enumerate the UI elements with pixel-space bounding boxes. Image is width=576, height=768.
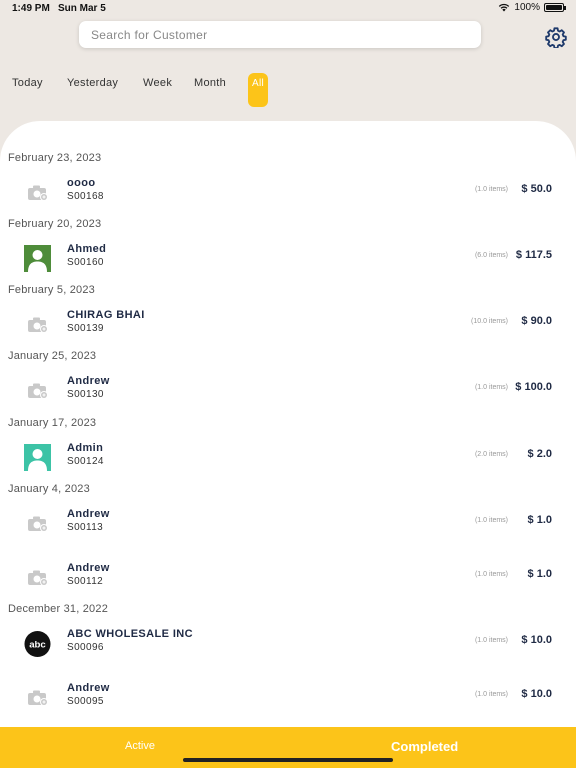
item-count: (1.0 items) <box>474 637 508 644</box>
date-header: February 23, 2023 <box>8 152 102 164</box>
filter-yesterday[interactable]: Yesterday <box>67 77 118 89</box>
home-indicator <box>183 758 393 762</box>
date-filter-tabs: Today Yesterday Week Month All <box>0 73 576 109</box>
order-amount: $ 100.0 <box>515 381 552 393</box>
item-count: (2.0 items) <box>474 451 508 458</box>
item-count: (1.0 items) <box>474 517 508 524</box>
status-time: 1:49 PM <box>12 3 50 14</box>
item-count: (1.0 items) <box>474 571 508 578</box>
gear-icon[interactable] <box>545 26 567 48</box>
customer-name: oooo <box>67 177 96 189</box>
camera-placeholder-icon <box>24 564 51 591</box>
battery-icon <box>544 3 566 12</box>
order-row[interactable]: abc ABC WHOLESALE INC S00096 (1.0 items)… <box>0 624 576 664</box>
status-bar: 1:49 PM Sun Mar 5 100% <box>0 0 576 16</box>
status-indicators: 100% <box>498 2 566 13</box>
order-row[interactable]: Andrew S00130 (1.0 items) $ 100.0 <box>0 371 576 411</box>
battery-percent: 100% <box>514 2 540 13</box>
item-count: (6.0 items) <box>474 252 508 259</box>
person-silhouette-icon <box>24 444 51 471</box>
order-amount: $ 117.5 <box>515 249 552 261</box>
order-id: S00095 <box>67 696 104 707</box>
camera-placeholder-icon <box>24 684 51 711</box>
order-amount: $ 1.0 <box>527 568 552 580</box>
order-id: S00168 <box>67 191 104 202</box>
customer-name: Ahmed <box>67 243 107 255</box>
order-row[interactable]: Andrew S00113 (1.0 items) $ 1.0 <box>0 504 576 544</box>
order-amount: $ 10.0 <box>521 634 552 646</box>
customer-name: CHIRAG BHAI <box>67 309 145 321</box>
order-id: S00130 <box>67 389 104 400</box>
item-count: (1.0 items) <box>474 691 508 698</box>
filter-week[interactable]: Week <box>143 77 172 89</box>
tab-active-orders[interactable]: Active <box>125 740 155 752</box>
order-id: S00124 <box>67 456 104 467</box>
orders-list: February 23, 2023 oooo S00168 (1.0 items… <box>0 121 576 741</box>
date-header: February 20, 2023 <box>8 218 102 230</box>
order-row[interactable]: CHIRAG BHAI S00139 (10.0 items) $ 90.0 <box>0 305 576 345</box>
camera-placeholder-icon <box>24 377 51 404</box>
abc-logo-text: abc <box>29 639 46 650</box>
order-amount: $ 90.0 <box>521 315 552 327</box>
abc-logo: abc <box>24 630 51 657</box>
customer-name: Andrew <box>67 562 110 574</box>
status-date: Sun Mar 5 <box>58 3 106 14</box>
order-id: S00113 <box>67 522 104 533</box>
order-amount: $ 10.0 <box>521 688 552 700</box>
order-amount: $ 50.0 <box>521 183 552 195</box>
customer-name: Andrew <box>67 682 110 694</box>
wifi-icon <box>499 3 510 12</box>
order-id: S00160 <box>67 257 104 268</box>
date-header: December 31, 2022 <box>8 603 109 615</box>
date-header: January 25, 2023 <box>8 350 97 362</box>
bottom-tab-bar: Active Completed <box>0 727 576 768</box>
filter-month[interactable]: Month <box>194 77 226 89</box>
order-row[interactable]: Andrew S00112 (1.0 items) $ 1.0 <box>0 558 576 598</box>
order-amount: $ 2.0 <box>527 448 552 460</box>
customer-name: Admin <box>67 442 104 454</box>
customer-name: ABC WHOLESALE INC <box>67 628 193 640</box>
tab-completed-orders[interactable]: Completed <box>391 739 458 754</box>
customer-name: Andrew <box>67 375 110 387</box>
filter-today[interactable]: Today <box>12 77 43 89</box>
search-box <box>79 21 481 48</box>
date-header: February 5, 2023 <box>8 284 95 296</box>
camera-placeholder-icon <box>24 179 51 206</box>
camera-placeholder-icon <box>24 311 51 338</box>
order-id: S00139 <box>67 323 104 334</box>
order-row[interactable]: oooo S00168 (1.0 items) $ 50.0 <box>0 173 576 213</box>
order-row[interactable]: Ahmed S00160 (6.0 items) $ 117.5 <box>0 239 576 279</box>
person-silhouette-icon <box>24 245 51 272</box>
search-input[interactable] <box>79 21 481 48</box>
item-count: (1.0 items) <box>474 384 508 391</box>
order-row[interactable]: Admin S00124 (2.0 items) $ 2.0 <box>0 438 576 478</box>
order-amount: $ 1.0 <box>527 514 552 526</box>
order-id: S00112 <box>67 576 104 587</box>
camera-placeholder-icon <box>24 510 51 537</box>
item-count: (1.0 items) <box>474 186 508 193</box>
order-row[interactable]: Andrew S00095 (1.0 items) $ 10.0 <box>0 678 576 718</box>
filter-all[interactable]: All <box>248 73 268 107</box>
date-header: January 4, 2023 <box>8 483 90 495</box>
item-count: (10.0 items) <box>471 318 508 325</box>
date-header: January 17, 2023 <box>8 417 97 429</box>
customer-name: Andrew <box>67 508 110 520</box>
order-id: S00096 <box>67 642 104 653</box>
